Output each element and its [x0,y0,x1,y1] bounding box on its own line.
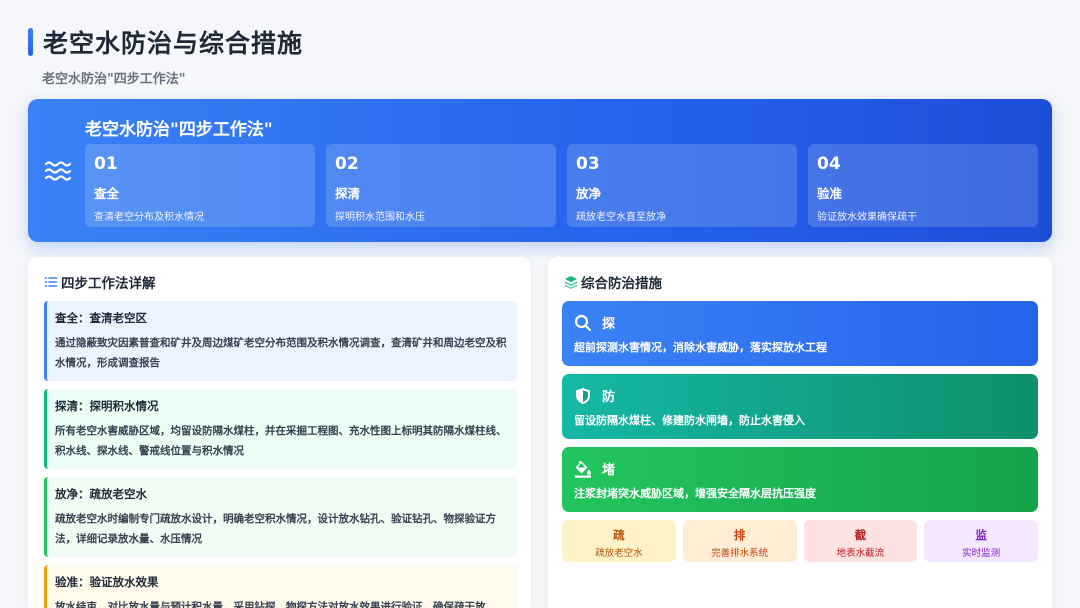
chip-subtitle: 疏放老空水 [595,548,643,559]
chip-title: 排 [733,528,746,542]
page-subtitle: 老空水防治"四步工作法" [42,72,186,87]
detail-heading: 探清：探明积水情况 [55,399,159,413]
detail-body: 放水结束，对比放水量与预计积水量，采用钻探、物探方法对放水效果进行验证，确保疏干… [55,601,486,608]
step-name: 验准 [817,186,843,201]
measure-description: 超前探测水害情况，消除水害威胁，落实探放水工程 [574,341,827,354]
measure-heading: 堵 [574,459,1026,478]
panel-heading-text: 四步工作法详解 [61,276,156,292]
chip-intercept: 截 地表水截流 [803,520,918,562]
detail-body: 通过隐蔽致灾因素普查和矿井及周边煤矿老空分布范围及积水情况调查，查清矿井和周边老… [55,337,507,369]
four-step-banner: 老空水防治"四步工作法" 01 查全 查清老空分布及积水情况 02 探清 探明积… [28,99,1052,242]
water-waves-icon [44,161,72,181]
measure-list: 探 超前探测水害情况，消除水害威胁，落实探放水工程 防 留设防隔水煤柱、修建防水… [562,301,1038,562]
detail-item-verify: 验准：验证放水效果 放水结束，对比放水量与预计积水量，采用钻探、物探方法对放水效… [44,565,517,608]
measure-title: 防 [602,390,616,405]
measure-card-prevent: 防 留设防隔水煤柱、修建防水闸墙，防止水害侵入 [562,374,1038,439]
layers-icon [565,276,577,289]
chip-subtitle: 完善排水系统 [711,548,769,559]
step-name: 放净 [576,186,602,201]
step-description: 验证放水效果确保疏干 [817,212,917,223]
detail-item-check: 查全：查清老空区 通过隐蔽致灾因素普查和矿井及周边煤矿老空分布范围及积水情况调查… [44,301,517,381]
detail-item-probe: 探清：探明积水情况 所有老空水害威胁区域，均留设防隔水煤柱，并在采掘工程图、充水… [44,389,517,469]
fill-bucket-icon [575,460,591,478]
measure-card-block: 堵 注浆封堵突水威胁区域，增强安全隔水层抗压强度 [562,447,1038,512]
step-card-4: 04 验准 验证放水效果确保疏干 [808,144,1038,227]
step-name: 探清 [335,186,361,201]
chip-monitor: 监 实时监测 [924,520,1038,562]
chip-title: 疏 [613,528,625,542]
chip-title: 监 [975,528,987,542]
panel-heading: 四步工作法详解 [44,272,156,292]
chip-discharge: 排 完善排水系统 [682,520,797,562]
chip-subtitle: 地表水截流 [836,548,885,559]
step-number: 02 [335,154,359,174]
chip-title: 截 [854,528,867,542]
measure-title: 堵 [602,463,616,478]
panel-heading: 综合防治措施 [564,272,662,292]
detail-heading: 验准：验证放水效果 [55,575,159,589]
step-number: 04 [817,154,841,174]
measure-description: 注浆封堵突水威胁区域，增强安全隔水层抗压强度 [574,487,816,500]
step-description: 疏放老空水直至放净 [576,212,666,223]
four-step-detail-panel: 四步工作法详解 查全：查清老空区 通过隐蔽致灾因素普查和矿井及周边煤矿老空分布范… [28,257,531,608]
measure-title: 探 [602,317,616,332]
list-icon [44,277,58,287]
page-header: 老空水防治与综合措施 [28,24,303,60]
detail-heading: 放净：疏放老空水 [55,487,147,501]
chip-subtitle: 实时监测 [962,548,1001,559]
detail-body: 所有老空水害威胁区域，均留设防隔水煤柱，并在采掘工程图、充水性图上标明其防隔水煤… [55,425,507,457]
chip-drain: 疏 疏放老空水 [562,520,676,562]
step-number: 03 [576,154,600,174]
banner-title: 老空水防治"四步工作法" [85,120,273,140]
detail-list: 查全：查清老空区 通过隐蔽致灾因素普查和矿井及周边煤矿老空分布范围及积水情况调查… [44,301,517,608]
panel-heading-text: 综合防治措施 [581,276,662,292]
step-number: 01 [94,154,118,174]
step-description: 探明积水范围和水压 [335,212,425,223]
measure-card-explore: 探 超前探测水害情况，消除水害威胁，落实探放水工程 [562,301,1038,366]
detail-item-drain: 放净：疏放老空水 疏放老空水时编制专门疏放水设计，明确老空积水情况，设计放水钻孔… [44,477,517,557]
comprehensive-measures-panel: 综合防治措施 探 超前探测水害情况，消除水害威胁，落实探放水工程 防 留设防隔水… [548,257,1052,608]
search-icon [574,314,592,331]
step-description: 查清老空分布及积水情况 [94,212,204,223]
step-card-3: 03 放净 疏放老空水直至放净 [567,144,797,227]
measure-description: 留设防隔水煤柱、修建防水闸墙，防止水害侵入 [574,414,805,427]
step-cards: 01 查全 查清老空分布及积水情况 02 探清 探明积水范围和水压 03 放净 … [85,144,1038,227]
step-card-1: 01 查全 查清老空分布及积水情况 [85,144,315,227]
step-card-2: 02 探清 探明积水范围和水压 [326,144,556,227]
measure-heading: 探 [574,313,1026,332]
shield-icon [576,387,590,404]
measure-heading: 防 [574,386,1026,405]
page-title: 老空水防治与综合措施 [43,29,304,58]
step-name: 查全 [94,186,120,201]
measure-chips: 疏 疏放老空水 排 完善排水系统 截 地表水截流 监 实时监测 [562,520,1038,562]
title-accent-bar [28,28,33,56]
detail-body: 疏放老空水时编制专门疏放水设计，明确老空积水情况，设计放水钻孔、验证钻孔、物探验… [55,513,496,545]
detail-heading: 查全：查清老空区 [55,311,147,325]
